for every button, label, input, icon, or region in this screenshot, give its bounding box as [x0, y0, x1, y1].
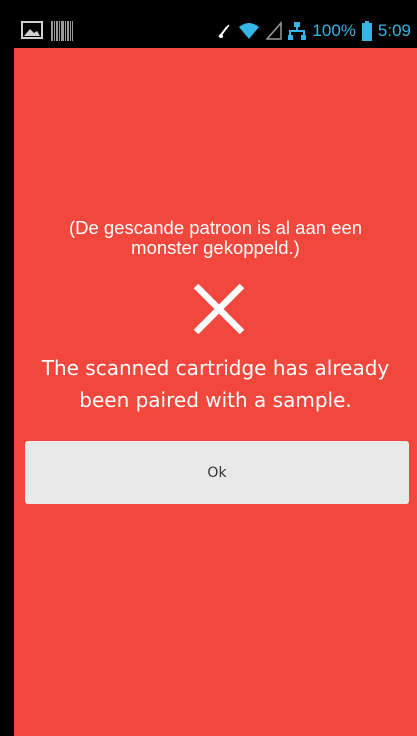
image-icon [21, 21, 43, 39]
battery-icon [361, 21, 372, 41]
status-bar-right: 100% 5:09 [216, 14, 411, 48]
wifi-icon [239, 23, 260, 39]
status-bar: 100% 5:09 [11, 14, 417, 48]
signal-icon [266, 21, 283, 40]
error-dialog: (De gescande patroon is al aan een monst… [14, 48, 417, 736]
network-icon [288, 22, 307, 40]
clock: 5:09 [377, 21, 411, 40]
dutch-error-message: (De gescande patroon is al aan een monst… [68, 217, 363, 258]
mute-icon [218, 24, 230, 38]
barcode-icon [51, 21, 73, 41]
phone-screen: 100% 5:09 (De gescande patroon is al aan… [0, 0, 417, 736]
ok-button[interactable]: Ok [25, 441, 409, 504]
battery-percent: 100% [312, 21, 356, 40]
close-x-icon [193, 283, 245, 335]
english-error-message: The scanned cartridge has already been p… [41, 356, 390, 412]
